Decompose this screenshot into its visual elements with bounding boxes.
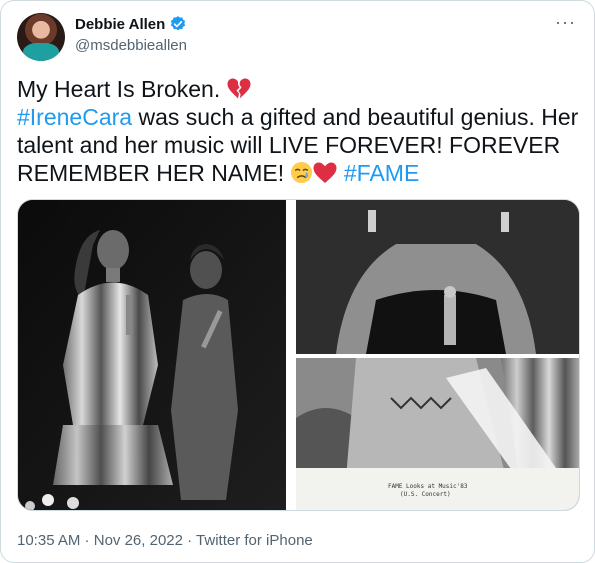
crying-face-emoji-icon <box>291 161 313 184</box>
author-name-row: Debbie Allen <box>75 15 187 33</box>
hashtag-irenecara-link[interactable]: #IreneCara <box>17 104 132 130</box>
tweet-source[interactable]: Twitter for iPhone <box>196 532 313 549</box>
footer-separator: · <box>182 532 197 549</box>
media-grid: FAME Looks at Music'83 (U.S. Concert) <box>17 199 580 511</box>
red-heart-emoji-icon <box>313 162 337 183</box>
footer-separator: · <box>80 532 94 549</box>
photo-concert-performance[interactable] <box>18 200 286 510</box>
tweet-line-2: was such a gifted and beautiful genius. … <box>132 104 579 130</box>
photo-caption-line-2: (U.S. Concert) <box>400 491 451 498</box>
tweet-footer: 10:35 AM · Nov 26, 2022 · Twitter for iP… <box>17 532 313 549</box>
tweet-line-1: My Heart Is Broken. <box>17 76 221 102</box>
tweet-time[interactable]: 10:35 AM <box>17 532 80 549</box>
tweet-line-3: talent and her music will LIVE FOREVER! … <box>17 132 561 158</box>
hashtag-fame-link[interactable]: #FAME <box>344 160 419 186</box>
verified-badge-icon <box>171 16 186 31</box>
photo-oscar-illustration <box>296 200 579 354</box>
broken-heart-emoji-icon <box>227 78 251 99</box>
photo-oscar-closeup[interactable] <box>296 200 579 354</box>
author-name[interactable]: Debbie Allen <box>75 16 165 33</box>
tweet-line-4: REMEMBER HER NAME! <box>17 160 285 186</box>
photo-caption-line-1: FAME Looks at Music'83 <box>388 483 468 490</box>
author-avatar[interactable] <box>17 13 65 61</box>
tweet-card: Debbie Allen @msdebbieallen ··· My Heart… <box>0 0 595 563</box>
author-handle[interactable]: @msdebbieallen <box>75 37 187 54</box>
photo-concert-illustration <box>18 200 286 510</box>
tweet-text: My Heart Is Broken. #IreneCara was such … <box>17 75 582 187</box>
photo-fame-concert-still[interactable]: FAME Looks at Music'83 (U.S. Concert) <box>296 358 579 510</box>
tweet-date[interactable]: Nov 26, 2022 <box>94 532 183 549</box>
more-options-icon[interactable]: ··· <box>555 13 576 31</box>
photo-caption-strip: FAME Looks at Music'83 (U.S. Concert) <box>296 468 579 510</box>
